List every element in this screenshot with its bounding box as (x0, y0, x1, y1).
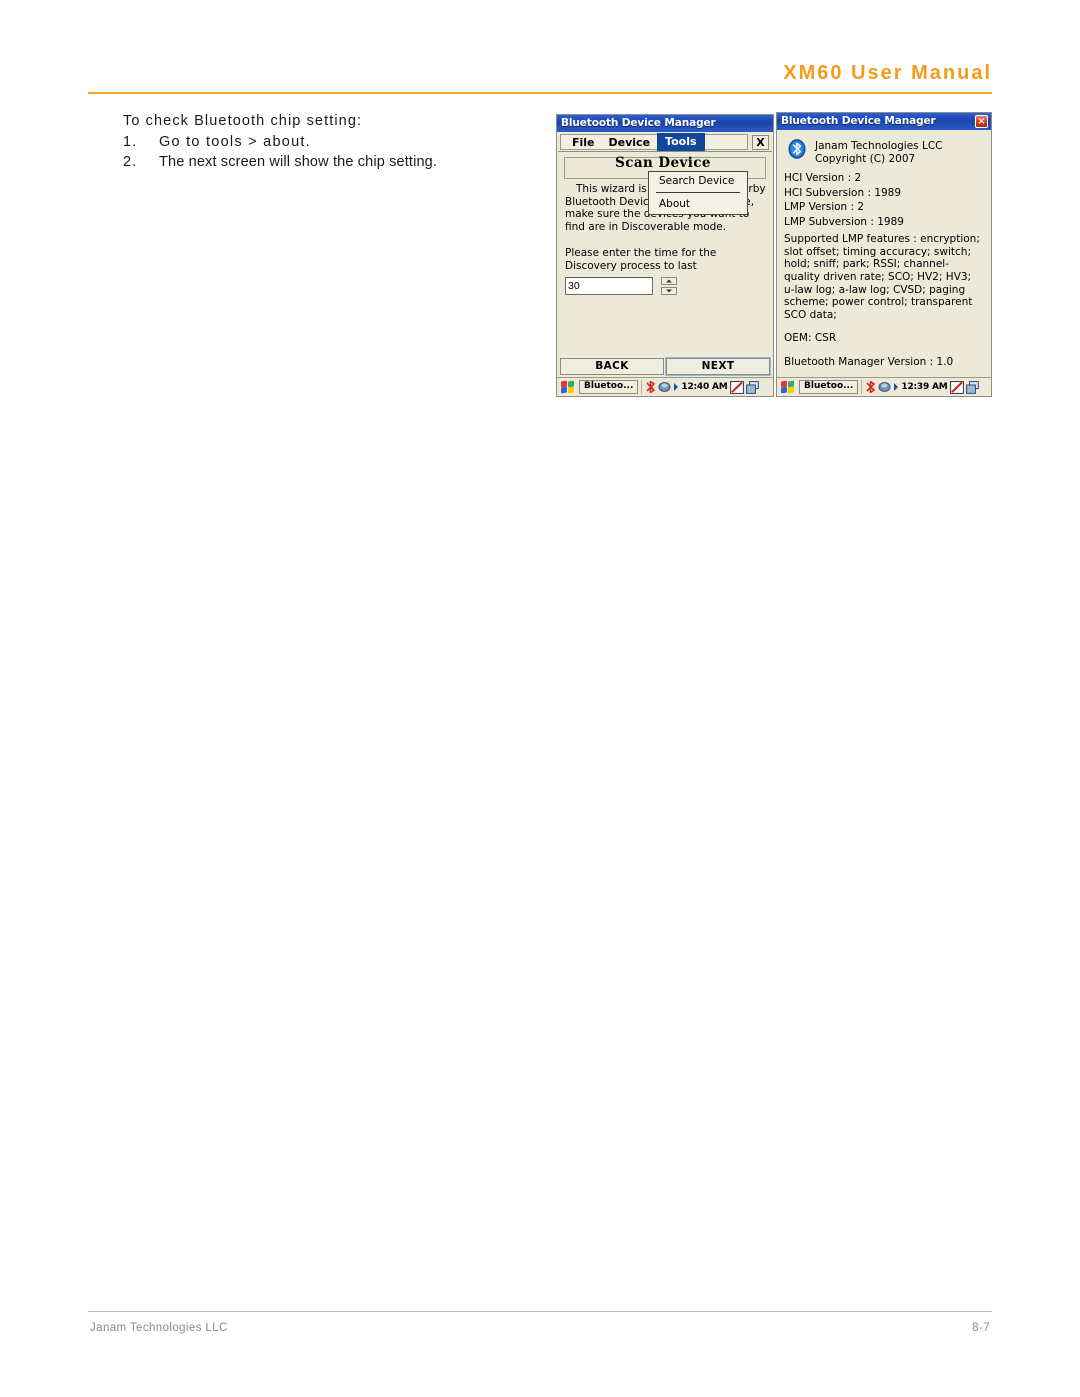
oem-value: OEM: CSR (784, 332, 837, 345)
network-tray-icon[interactable] (878, 381, 891, 393)
stepper-buttons[interactable] (661, 277, 677, 295)
supported-lmp-features: Supported LMP features : encryption; slo… (784, 233, 980, 321)
increment-arrow-icon[interactable] (661, 277, 677, 285)
step-text: The next screen will show the chip setti… (159, 154, 438, 170)
menu-item-tools[interactable]: Tools (657, 133, 705, 151)
page-number: 8-7 (972, 1322, 990, 1334)
close-icon[interactable]: × (975, 115, 988, 128)
screenshot-bluetooth-tools-menu: Bluetooth Device Manager File Device Too… (556, 114, 774, 397)
device-window-frame: Bluetooth Device Manager File Device Too… (556, 114, 774, 397)
instructions-block: To check Bluetooth chip setting: 1. Go t… (123, 113, 553, 174)
title-bar: Bluetooth Device Manager × (777, 113, 991, 130)
decrement-arrow-icon[interactable] (661, 287, 677, 295)
taskbar-task-button[interactable]: Bluetoo... (799, 380, 859, 394)
about-company: Janam Technologies LCC (815, 140, 943, 152)
instruction-step: 1. Go to tools > about. (123, 134, 553, 150)
about-dialog-body: Janam Technologies LCC Copyright (C) 200… (778, 131, 990, 377)
close-icon[interactable]: X (752, 135, 769, 150)
taskbar-task-button[interactable]: Bluetoo... (579, 380, 639, 394)
arrow-tray-icon[interactable] (673, 382, 679, 392)
windows-start-icon[interactable] (780, 380, 796, 394)
taskbar-clock[interactable]: 12:40 AM (681, 382, 727, 392)
duration-input[interactable] (565, 277, 653, 295)
step-text: Go to tools > about. (159, 134, 311, 150)
footer-company: Janam Technologies LLC (90, 1322, 228, 1334)
title-bar: Bluetooth Device Manager (557, 115, 773, 132)
system-tray: 12:40 AM (645, 380, 759, 394)
network-tray-icon[interactable] (658, 381, 671, 393)
menu-item-device[interactable]: Device (602, 135, 658, 150)
instruction-step: 2. The next screen will show the chip se… (123, 154, 553, 170)
arrow-tray-icon[interactable] (893, 382, 899, 392)
pen-input-icon[interactable] (729, 380, 744, 394)
window-title: Bluetooth Device Manager (561, 117, 716, 130)
duration-prompt: Please enter the time for the Discovery … (565, 247, 717, 272)
pen-input-icon[interactable] (949, 380, 964, 394)
taskbar-divider (861, 380, 863, 394)
menu-bar: File Device Tools X (558, 133, 772, 152)
lmp-subversion: LMP Subversion : 1989 (784, 215, 904, 228)
window-body: File Device Tools X Scan Device This wiz… (558, 133, 772, 377)
window-title: Bluetooth Device Manager (781, 115, 936, 128)
instructions-heading: To check Bluetooth chip setting: (123, 113, 363, 129)
windows-tray-icon[interactable] (745, 380, 759, 394)
bluetooth-tray-icon[interactable] (865, 381, 876, 393)
tools-dropdown-menu[interactable]: Search Device About (648, 171, 748, 216)
about-header: Janam Technologies LCC Copyright (C) 200… (788, 139, 984, 165)
windows-start-icon[interactable] (560, 380, 576, 394)
taskbar-clock[interactable]: 12:39 AM (901, 382, 947, 392)
lmp-version: LMP Version : 2 (784, 201, 865, 214)
screenshot-bluetooth-about: Bluetooth Device Manager × Janam Technol… (776, 112, 992, 397)
system-tray: 12:39 AM (865, 380, 979, 394)
bluetooth-tray-icon[interactable] (645, 381, 656, 393)
header-divider (88, 92, 992, 94)
menu-option-search-device[interactable]: Search Device (649, 172, 747, 191)
taskbar: Bluetoo... 12:39 AM (777, 377, 991, 396)
page-title: XM60 User Manual (783, 62, 992, 84)
taskbar-divider (641, 380, 643, 394)
menu-divider (656, 192, 740, 194)
back-button[interactable]: BACK (560, 358, 664, 375)
windows-tray-icon[interactable] (965, 380, 979, 394)
menu-item-file[interactable]: File (565, 135, 602, 150)
bluetooth-logo-icon (788, 139, 806, 159)
bluetooth-manager-version: Bluetooth Manager Version : 1.0 (784, 355, 954, 368)
hci-subversion: HCI Subversion : 1989 (784, 186, 902, 199)
about-company-block: Janam Technologies LCC Copyright (C) 200… (815, 139, 943, 165)
taskbar: Bluetoo... 12:40 AM (557, 377, 773, 396)
menu-bar-inner: File Device Tools (560, 133, 748, 151)
footer-divider (88, 1311, 992, 1312)
scan-device-title: Scan Device (615, 155, 711, 171)
device-window-frame: Bluetooth Device Manager × Janam Technol… (776, 112, 992, 397)
step-number: 2. (123, 154, 138, 170)
about-copyright: Copyright (C) 2007 (815, 152, 916, 165)
menu-option-about[interactable]: About (649, 195, 747, 214)
step-number: 1. (123, 134, 138, 150)
duration-stepper[interactable] (565, 277, 677, 295)
next-button[interactable]: NEXT (665, 357, 771, 376)
wizard-button-row: BACK NEXT (560, 357, 771, 376)
hci-version: HCI Version : 2 (784, 172, 862, 185)
